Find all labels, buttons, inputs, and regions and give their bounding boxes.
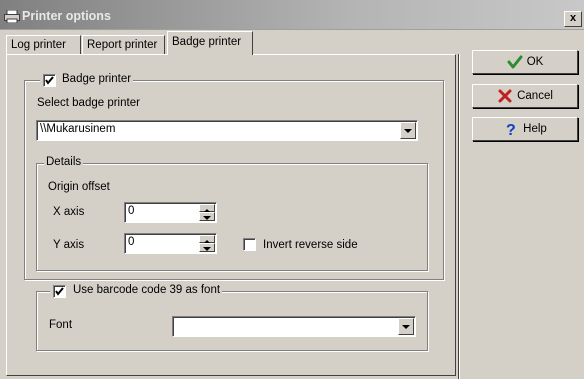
x-axis-value: 0 xyxy=(128,205,135,217)
spin-down-button[interactable] xyxy=(199,212,215,221)
cancel-button[interactable]: Cancel xyxy=(472,84,578,108)
close-button[interactable]: x xyxy=(564,11,582,27)
details-group xyxy=(36,163,428,271)
svg-text:?: ? xyxy=(506,122,516,137)
triangle-down-icon xyxy=(203,247,211,251)
help-label: Help xyxy=(523,123,547,135)
barcode-checkbox[interactable] xyxy=(53,285,66,298)
check-icon xyxy=(45,76,54,85)
tab-badge-printer[interactable]: Badge printer xyxy=(167,31,253,55)
x-axis-label: X axis xyxy=(53,206,85,218)
spin-up-button[interactable] xyxy=(199,235,215,244)
select-printer-label: Select badge printer xyxy=(37,97,140,109)
y-axis-label: Y axis xyxy=(53,239,85,251)
tab-log-printer[interactable]: Log printer xyxy=(6,35,81,55)
badge-printer-checkbox[interactable] xyxy=(43,74,56,87)
question-icon: ? xyxy=(506,122,516,137)
font-label: Font xyxy=(49,319,73,331)
origin-offset-label: Origin offset xyxy=(48,181,110,193)
tab-label: Log printer xyxy=(11,39,66,51)
printer-select-value: \\Mukarusinem xyxy=(40,123,116,135)
help-button[interactable]: ? Help xyxy=(472,117,578,141)
tab-label: Badge printer xyxy=(172,36,242,48)
badge-printer-checkbox-row[interactable]: Badge printer xyxy=(40,73,134,88)
ok-button[interactable]: OK xyxy=(472,50,578,74)
barcode-checkbox-row[interactable]: Use barcode code 39 as font xyxy=(50,284,223,299)
printer-icon xyxy=(4,10,20,23)
tab-label: Report printer xyxy=(87,39,158,51)
dropdown-button[interactable] xyxy=(400,122,416,139)
spin-down-button[interactable] xyxy=(199,243,215,252)
invert-reverse-label: Invert reverse side xyxy=(263,239,358,251)
font-select[interactable] xyxy=(172,316,416,337)
tab-report-printer[interactable]: Report printer xyxy=(82,35,165,55)
printer-select[interactable]: \\Mukarusinem xyxy=(36,120,418,141)
window-title: Printer options xyxy=(22,9,111,23)
badge-printer-label: Badge printer xyxy=(62,73,132,85)
x-icon xyxy=(498,89,512,103)
x-axis-spinner[interactable]: 0 xyxy=(124,202,217,223)
check-icon xyxy=(55,287,64,296)
y-axis-spinner[interactable]: 0 xyxy=(124,233,217,254)
triangle-down-icon xyxy=(203,216,211,220)
invert-reverse-checkbox[interactable] xyxy=(243,238,256,251)
dropdown-button[interactable] xyxy=(398,318,414,335)
barcode-label: Use barcode code 39 as font xyxy=(73,284,221,296)
checkmark-icon xyxy=(507,55,523,69)
ok-label: OK xyxy=(526,56,544,68)
y-axis-value: 0 xyxy=(128,236,135,248)
chevron-down-icon xyxy=(402,325,410,329)
cancel-label: Cancel xyxy=(517,90,553,102)
details-title: Details xyxy=(44,156,84,168)
chevron-down-icon xyxy=(404,129,412,133)
divider xyxy=(459,54,460,379)
title-bar: Printer options x xyxy=(0,0,584,30)
spin-up-button[interactable] xyxy=(199,204,215,213)
